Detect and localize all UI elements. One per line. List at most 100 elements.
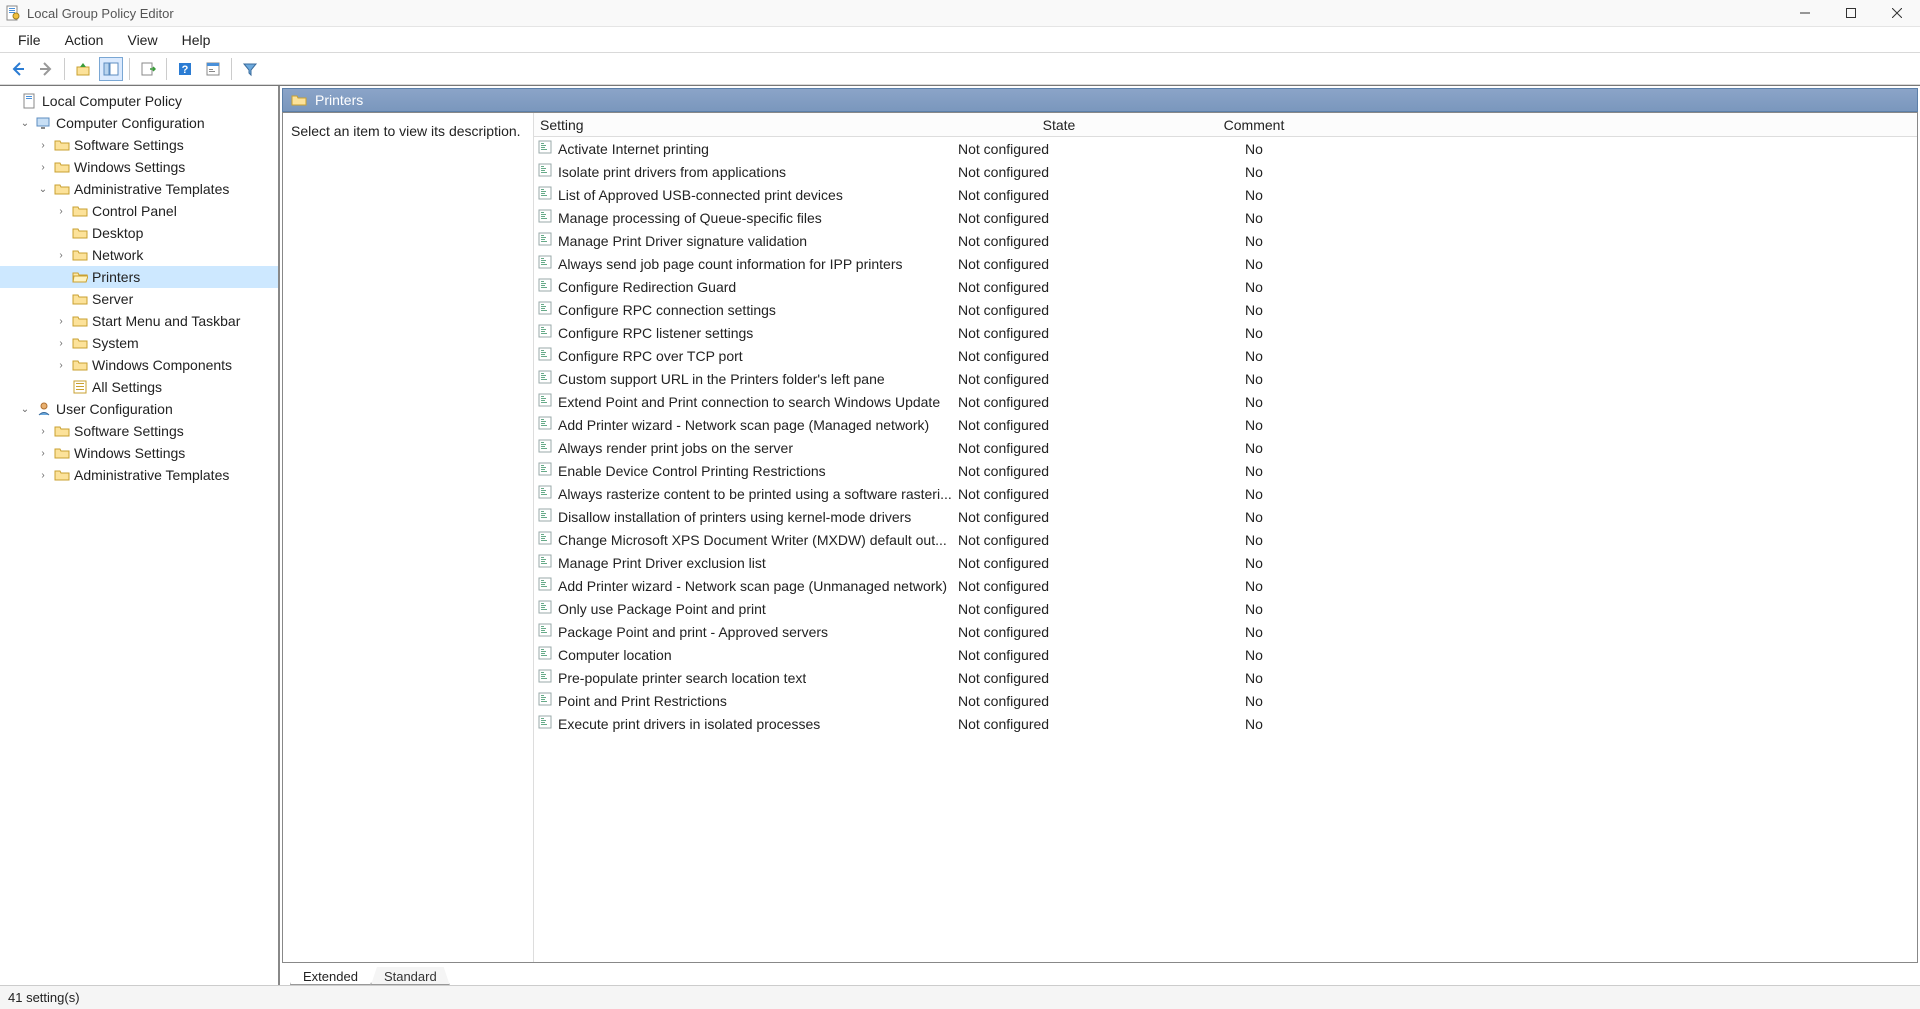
- menu-action[interactable]: Action: [53, 29, 116, 51]
- expand-icon[interactable]: ›: [54, 206, 68, 217]
- collapse-icon[interactable]: ⌄: [36, 184, 50, 195]
- setting-name: Manage Print Driver exclusion list: [558, 555, 766, 571]
- content-title: Printers: [315, 92, 363, 108]
- setting-name: Manage processing of Queue-specific file…: [558, 210, 822, 226]
- policy-icon: [538, 462, 558, 479]
- filter-button[interactable]: [238, 57, 262, 81]
- toolbar: ?: [0, 53, 1920, 85]
- column-comment[interactable]: Comment: [1164, 117, 1344, 133]
- tree-desktop[interactable]: Desktop: [0, 222, 278, 244]
- up-button[interactable]: [71, 57, 95, 81]
- setting-row[interactable]: Disallow installation of printers using …: [534, 505, 1917, 528]
- setting-row[interactable]: Extend Point and Print connection to sea…: [534, 390, 1917, 413]
- tree-uc-admin-templates[interactable]: › Administrative Templates: [0, 464, 278, 486]
- expand-icon[interactable]: ›: [54, 250, 68, 261]
- policy-icon: [538, 347, 558, 364]
- tree-uc-windows[interactable]: › Windows Settings: [0, 442, 278, 464]
- setting-row[interactable]: Configure RPC over TCP portNot configure…: [534, 344, 1917, 367]
- tree-start-menu[interactable]: › Start Menu and Taskbar: [0, 310, 278, 332]
- setting-row[interactable]: Computer locationNot configuredNo: [534, 643, 1917, 666]
- setting-name: Custom support URL in the Printers folde…: [558, 371, 885, 387]
- forward-button[interactable]: [34, 57, 58, 81]
- maximize-button[interactable]: [1828, 0, 1874, 27]
- setting-cell: Manage Print Driver signature validation: [534, 232, 954, 249]
- state-cell: Not configured: [954, 486, 1164, 502]
- tree-control-panel[interactable]: › Control Panel: [0, 200, 278, 222]
- properties-button[interactable]: [201, 57, 225, 81]
- comment-cell: No: [1164, 371, 1344, 387]
- setting-row[interactable]: Isolate print drivers from applicationsN…: [534, 160, 1917, 183]
- show-hide-tree-button[interactable]: [99, 57, 123, 81]
- column-state[interactable]: State: [954, 117, 1164, 133]
- collapse-icon[interactable]: ⌄: [18, 118, 32, 129]
- setting-row[interactable]: Always rasterize content to be printed u…: [534, 482, 1917, 505]
- setting-row[interactable]: Point and Print RestrictionsNot configur…: [534, 689, 1917, 712]
- tree-pane[interactable]: Local Computer Policy ⌄ Computer Configu…: [0, 86, 280, 985]
- collapse-icon[interactable]: ⌄: [18, 404, 32, 415]
- menu-view[interactable]: View: [115, 29, 169, 51]
- setting-row[interactable]: Add Printer wizard - Network scan page (…: [534, 574, 1917, 597]
- tree-computer-config[interactable]: ⌄ Computer Configuration: [0, 112, 278, 134]
- expand-icon[interactable]: ›: [54, 360, 68, 371]
- tree-cc-admin-templates[interactable]: ⌄ Administrative Templates: [0, 178, 278, 200]
- setting-row[interactable]: Custom support URL in the Printers folde…: [534, 367, 1917, 390]
- tree-root[interactable]: Local Computer Policy: [0, 90, 278, 112]
- setting-cell: Always send job page count information f…: [534, 255, 954, 272]
- tree-user-config[interactable]: ⌄ User Configuration: [0, 398, 278, 420]
- state-cell: Not configured: [954, 670, 1164, 686]
- tree-printers[interactable]: Printers: [0, 266, 278, 288]
- back-button[interactable]: [6, 57, 30, 81]
- folder-icon: [72, 313, 88, 329]
- setting-row[interactable]: Configure RPC connection settingsNot con…: [534, 298, 1917, 321]
- close-button[interactable]: [1874, 0, 1920, 27]
- setting-row[interactable]: Configure Redirection GuardNot configure…: [534, 275, 1917, 298]
- setting-row[interactable]: Always send job page count information f…: [534, 252, 1917, 275]
- tree-all-settings[interactable]: All Settings: [0, 376, 278, 398]
- setting-row[interactable]: Pre-populate printer search location tex…: [534, 666, 1917, 689]
- setting-row[interactable]: Manage Print Driver exclusion listNot co…: [534, 551, 1917, 574]
- setting-name: Add Printer wizard - Network scan page (…: [558, 417, 929, 433]
- expand-icon[interactable]: ›: [54, 316, 68, 327]
- export-button[interactable]: [136, 57, 160, 81]
- expand-icon[interactable]: ›: [36, 470, 50, 481]
- setting-row[interactable]: Add Printer wizard - Network scan page (…: [534, 413, 1917, 436]
- setting-row[interactable]: Change Microsoft XPS Document Writer (MX…: [534, 528, 1917, 551]
- policy-icon: [538, 600, 558, 617]
- policy-icon: [538, 393, 558, 410]
- tree-cc-software[interactable]: › Software Settings: [0, 134, 278, 156]
- tab-standard[interactable]: Standard: [371, 967, 450, 985]
- help-button[interactable]: ?: [173, 57, 197, 81]
- policy-icon: [538, 439, 558, 456]
- tree-uc-software[interactable]: › Software Settings: [0, 420, 278, 442]
- tree-windows-components[interactable]: › Windows Components: [0, 354, 278, 376]
- minimize-button[interactable]: [1782, 0, 1828, 27]
- setting-row[interactable]: Package Point and print - Approved serve…: [534, 620, 1917, 643]
- setting-row[interactable]: Manage processing of Queue-specific file…: [534, 206, 1917, 229]
- setting-row[interactable]: Execute print drivers in isolated proces…: [534, 712, 1917, 735]
- column-setting[interactable]: Setting: [534, 117, 954, 133]
- setting-row[interactable]: Always render print jobs on the serverNo…: [534, 436, 1917, 459]
- tree-server[interactable]: Server: [0, 288, 278, 310]
- menu-help[interactable]: Help: [170, 29, 223, 51]
- setting-row[interactable]: Activate Internet printingNot configured…: [534, 137, 1917, 160]
- expand-icon[interactable]: ›: [54, 338, 68, 349]
- tree-network[interactable]: › Network: [0, 244, 278, 266]
- setting-name: Add Printer wizard - Network scan page (…: [558, 578, 947, 594]
- setting-row[interactable]: Only use Package Point and printNot conf…: [534, 597, 1917, 620]
- setting-row[interactable]: List of Approved USB-connected print dev…: [534, 183, 1917, 206]
- tree-cc-windows[interactable]: › Windows Settings: [0, 156, 278, 178]
- state-cell: Not configured: [954, 693, 1164, 709]
- computer-icon: [36, 115, 52, 131]
- tab-extended[interactable]: Extended: [290, 967, 371, 985]
- expand-icon[interactable]: ›: [36, 426, 50, 437]
- setting-name: Always render print jobs on the server: [558, 440, 793, 456]
- expand-icon[interactable]: ›: [36, 140, 50, 151]
- menu-file[interactable]: File: [6, 29, 53, 51]
- tree-system[interactable]: › System: [0, 332, 278, 354]
- list-body[interactable]: Activate Internet printingNot configured…: [534, 137, 1917, 962]
- setting-row[interactable]: Manage Print Driver signature validation…: [534, 229, 1917, 252]
- expand-icon[interactable]: ›: [36, 448, 50, 459]
- setting-row[interactable]: Configure RPC listener settingsNot confi…: [534, 321, 1917, 344]
- setting-row[interactable]: Enable Device Control Printing Restricti…: [534, 459, 1917, 482]
- expand-icon[interactable]: ›: [36, 162, 50, 173]
